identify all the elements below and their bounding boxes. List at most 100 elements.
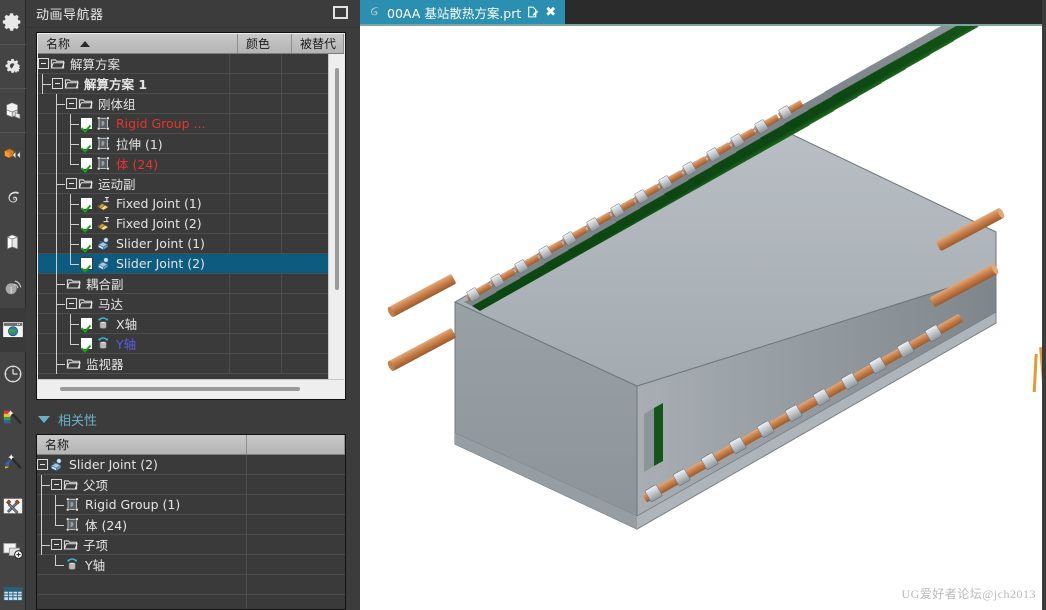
- table-row[interactable]: Slider Joint (2): [38, 253, 332, 274]
- table-row[interactable]: Fixed Joint (1): [38, 193, 332, 214]
- row-label: 拉伸 (1): [116, 137, 163, 152]
- list-item[interactable]: [37, 595, 345, 609]
- collapse-expander-icon[interactable]: [51, 539, 62, 550]
- row-name-cell: 监视器: [38, 353, 231, 374]
- table-row[interactable]: Rigid Group ...: [38, 113, 332, 134]
- collapse-expander-icon[interactable]: [37, 459, 48, 470]
- table-row[interactable]: Fixed Joint (2): [38, 213, 332, 234]
- rail-button-gear-icon[interactable]: [0, 0, 26, 44]
- modified-doc-icon[interactable]: [526, 5, 539, 19]
- table-row[interactable]: 耦合副: [38, 273, 332, 294]
- row-blank-cell: [247, 475, 345, 494]
- row-checkbox[interactable]: [80, 117, 93, 130]
- list-item[interactable]: Slider Joint (2): [37, 455, 345, 475]
- table-row[interactable]: 解算方案: [38, 54, 332, 74]
- tree-vertical-scrollbar-thumb[interactable]: [335, 68, 339, 290]
- dep-column-header-name[interactable]: 名称: [37, 435, 247, 454]
- table-row[interactable]: 拉伸 (1): [38, 133, 332, 154]
- row-overridden-cell: [282, 114, 332, 133]
- table-row[interactable]: 刚体组: [38, 93, 332, 114]
- row-overridden-cell: [282, 254, 332, 273]
- graphics-viewport[interactable]: UG爱好者论坛@jch2013: [360, 24, 1046, 610]
- table-row[interactable]: Slider Joint (1): [38, 233, 332, 254]
- document-tab[interactable]: 00AA 基站散热方案.prt ✖: [360, 0, 566, 24]
- collapse-expander-icon[interactable]: [66, 298, 77, 309]
- row-blank-cell: [247, 515, 345, 534]
- row-checkbox[interactable]: [80, 257, 93, 270]
- row-color-cell: [230, 274, 283, 293]
- row-label: Y轴: [85, 558, 106, 573]
- list-item[interactable]: Y轴: [37, 554, 345, 575]
- tree-horizontal-scrollbar[interactable]: [38, 379, 344, 398]
- table-row[interactable]: X轴: [38, 313, 332, 334]
- dep-column-header-blank[interactable]: [247, 435, 345, 454]
- table-row[interactable]: 体 (24): [38, 153, 332, 174]
- row-checkbox[interactable]: [80, 337, 93, 350]
- list-item[interactable]: 子项: [37, 534, 345, 555]
- table-row[interactable]: 马达: [38, 293, 332, 314]
- close-icon[interactable]: ✖: [544, 6, 557, 19]
- rail-button-double-gear-icon[interactable]: [0, 44, 26, 88]
- navigator-title-label: 动画导航器: [36, 8, 104, 23]
- row-checkbox[interactable]: [80, 317, 93, 330]
- column-header-color[interactable]: 颜色: [238, 34, 292, 53]
- list-item[interactable]: [37, 575, 345, 595]
- row-name-cell: Rigid Group ...: [38, 113, 231, 134]
- rail-button-new-window-icon[interactable]: [0, 528, 26, 572]
- rail-button-blocks-icon[interactable]: [0, 88, 26, 132]
- list-item[interactable]: 父项: [37, 474, 345, 495]
- tree-vertical-scrollbar[interactable]: [328, 54, 344, 381]
- rail-button-books-icon[interactable]: [0, 220, 26, 264]
- rail-button-palette-wand-icon[interactable]: [0, 396, 26, 440]
- collapse-expander-icon[interactable]: [66, 178, 77, 189]
- row-checkbox[interactable]: [80, 157, 93, 170]
- row-overridden-cell: [282, 274, 332, 293]
- collapse-expander-icon[interactable]: [52, 78, 63, 89]
- row-checkbox[interactable]: [80, 137, 93, 150]
- rail-button-clock-icon[interactable]: [0, 352, 26, 396]
- table-row[interactable]: 运动副: [38, 173, 332, 194]
- maximize-button[interactable]: [333, 6, 348, 19]
- list-item[interactable]: 体 (24): [37, 514, 345, 535]
- row-overridden-cell: [282, 54, 332, 73]
- column-header-overridden[interactable]: 被替代: [292, 34, 344, 53]
- motion-tree-frame: 名称 颜色 被替代 解算方案 解算方案 1 刚体组 Rigid Group ... 拉伸…: [36, 32, 346, 400]
- folder-icon: [66, 279, 81, 289]
- row-checkbox[interactable]: [80, 197, 93, 210]
- rail-button-brush-wand-icon[interactable]: [0, 440, 26, 484]
- rail-button-cube-arrows-icon[interactable]: [0, 132, 26, 176]
- sort-ascending-icon: [80, 40, 91, 47]
- collapse-expander-icon[interactable]: [66, 98, 77, 109]
- rail-button-info-icon[interactable]: i: [0, 264, 26, 308]
- tree-horizontal-scrollbar-thumb[interactable]: [60, 387, 300, 391]
- globe-window-icon: [3, 322, 23, 338]
- collapse-expander-icon[interactable]: [38, 58, 49, 69]
- navigator-titlebar: 动画导航器: [26, 0, 360, 28]
- rail-button-snake-icon[interactable]: [0, 176, 26, 220]
- table-row[interactable]: 解算方案 1: [38, 73, 332, 94]
- folder-icon: [66, 359, 81, 369]
- body-icon: [66, 517, 79, 532]
- table-row[interactable]: Y轴: [38, 333, 332, 354]
- dependencies-section-header[interactable]: 相关性: [36, 408, 97, 430]
- collapse-expander-icon[interactable]: [51, 479, 62, 490]
- tree-connector-elbow: [52, 173, 66, 194]
- rail-button-grid-icon[interactable]: [0, 572, 26, 610]
- tree-connector-elbow: [66, 253, 80, 274]
- column-header-color-label: 颜色: [246, 37, 271, 51]
- document-tab-label: 00AA 基站散热方案.prt: [387, 5, 522, 21]
- row-checkbox[interactable]: [80, 217, 93, 230]
- rail-button-globe-window-icon[interactable]: [0, 308, 26, 352]
- row-checkbox[interactable]: [80, 237, 93, 250]
- rail-button-tools-icon[interactable]: [0, 484, 26, 528]
- list-item[interactable]: Rigid Group (1): [37, 494, 345, 515]
- fixed-joint-icon: [96, 196, 109, 211]
- tree-connector-elbow: [51, 554, 65, 575]
- table-row[interactable]: 监视器: [38, 353, 332, 374]
- body-icon: [97, 136, 110, 151]
- column-header-name[interactable]: 名称: [38, 34, 238, 53]
